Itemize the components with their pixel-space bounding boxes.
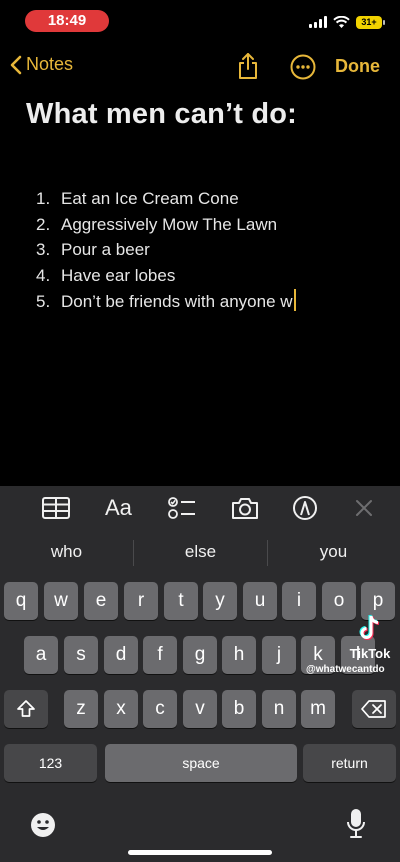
checklist-icon[interactable]	[167, 494, 197, 522]
note-list[interactable]: 1. Eat an Ice Cream Cone 2. Aggressively M…	[36, 186, 296, 314]
status-bar: 18:49 31+	[0, 0, 400, 44]
key-h[interactable]: h	[222, 636, 256, 674]
list-text: Don’t be friends with anyone w	[61, 291, 293, 311]
camera-icon[interactable]	[230, 494, 260, 522]
key-u[interactable]: u	[243, 582, 277, 620]
key-x[interactable]: x	[104, 690, 138, 728]
list-item[interactable]: 1. Eat an Ice Cream Cone	[36, 186, 296, 212]
wifi-icon	[333, 15, 350, 28]
close-icon[interactable]	[349, 494, 379, 522]
key-d[interactable]: d	[104, 636, 138, 674]
key-f[interactable]: f	[143, 636, 177, 674]
list-text: Have ear lobes	[61, 266, 176, 286]
done-button[interactable]: Done	[335, 56, 380, 77]
status-icons: 31+	[309, 12, 385, 32]
list-text: Eat an Ice Cream Cone	[61, 189, 239, 208]
note-title[interactable]: What men can’t do:	[26, 98, 297, 131]
cellular-signal-icon	[309, 16, 327, 28]
key-c[interactable]: c	[143, 690, 177, 728]
predictive-text-bar: who else you	[0, 534, 400, 570]
tiktok-username: @whatwecantdo	[306, 664, 385, 675]
key-a[interactable]: a	[24, 636, 58, 674]
list-number: 4.	[36, 266, 51, 286]
keyboard-bottom-bar	[0, 798, 400, 862]
list-text: Aggressively Mow The Lawn	[61, 214, 278, 234]
prediction-you[interactable]: you	[267, 542, 400, 562]
list-item[interactable]: 2. Aggressively Mow The Lawn	[36, 212, 296, 238]
list-number: 3.	[36, 240, 51, 260]
text-format-button[interactable]: Aa	[105, 495, 132, 521]
key-w[interactable]: w	[44, 582, 78, 620]
prediction-else[interactable]: else	[134, 542, 267, 562]
key-v[interactable]: v	[183, 690, 217, 728]
more-options-icon[interactable]	[290, 54, 316, 80]
emoji-icon[interactable]	[30, 812, 56, 838]
backspace-icon	[361, 700, 386, 718]
delete-key[interactable]	[352, 690, 396, 728]
tiktok-watermark: TikTok @whatwecantdo	[306, 614, 400, 678]
key-s[interactable]: s	[64, 636, 98, 674]
return-key[interactable]: return	[303, 744, 396, 782]
key-y[interactable]: y	[203, 582, 237, 620]
prediction-who[interactable]: who	[0, 542, 133, 562]
back-label: Notes	[26, 54, 74, 74]
share-icon[interactable]	[236, 52, 260, 80]
format-toolbar: Aa	[0, 486, 400, 530]
key-z[interactable]: z	[64, 690, 98, 728]
key-g[interactable]: g	[183, 636, 217, 674]
battery-indicator: 31+	[356, 15, 385, 29]
chevron-left-icon	[10, 55, 22, 74]
list-number: 1.	[36, 189, 51, 208]
key-r[interactable]: r	[124, 582, 158, 620]
status-time: 18:49	[25, 10, 109, 32]
nav-bar: Notes Done	[0, 48, 400, 88]
list-number: 5.	[36, 291, 51, 311]
list-text: Pour a beer	[61, 240, 150, 260]
text-cursor	[293, 288, 296, 311]
shift-icon	[17, 700, 35, 717]
key-m[interactable]: m	[301, 690, 335, 728]
list-item[interactable]: 4. Have ear lobes	[36, 263, 296, 289]
tiktok-logo-icon	[359, 614, 380, 640]
numbers-key[interactable]: 123	[4, 744, 97, 782]
key-q[interactable]: q	[4, 582, 38, 620]
list-item[interactable]: 5. Don’t be friends with anyone w	[36, 288, 296, 315]
list-number: 2.	[36, 214, 51, 234]
table-icon[interactable]	[41, 494, 71, 522]
list-item[interactable]: 3. Pour a beer	[36, 237, 296, 263]
key-e[interactable]: e	[84, 582, 118, 620]
key-j[interactable]: j	[262, 636, 296, 674]
space-key[interactable]: space	[105, 744, 297, 782]
key-b[interactable]: b	[222, 690, 256, 728]
microphone-icon[interactable]	[346, 808, 366, 840]
home-indicator[interactable]	[128, 850, 272, 855]
shift-key[interactable]	[4, 690, 48, 728]
key-t[interactable]: t	[164, 582, 198, 620]
tiktok-brand: TikTok	[349, 646, 391, 661]
back-button[interactable]: Notes	[10, 54, 73, 75]
key-n[interactable]: n	[262, 690, 296, 728]
markup-pen-icon[interactable]	[290, 494, 320, 522]
